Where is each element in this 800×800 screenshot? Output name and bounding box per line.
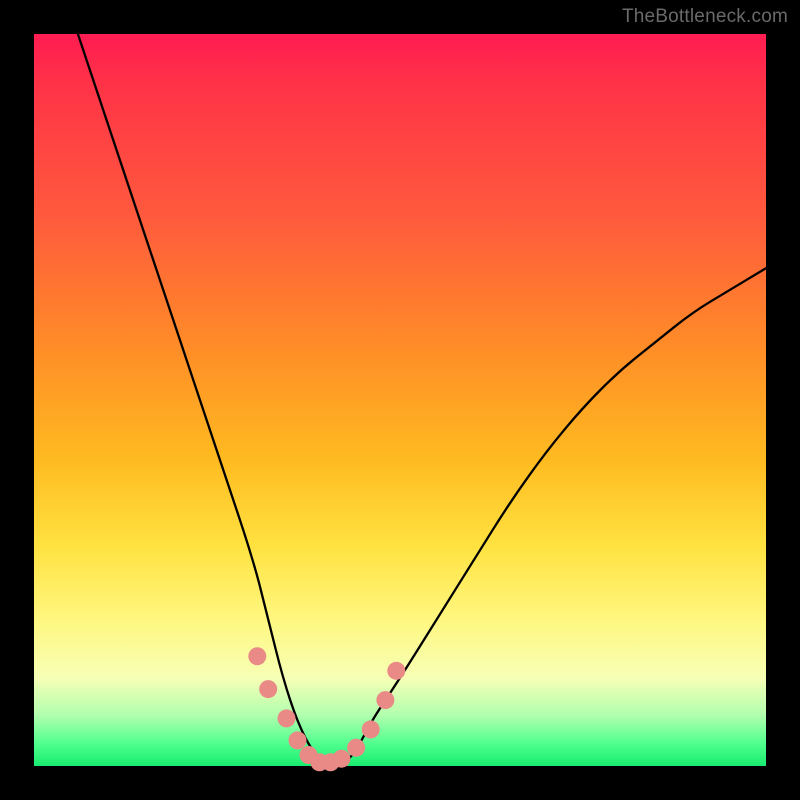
- chart-frame: TheBottleneck.com: [0, 0, 800, 800]
- highlight-dot: [248, 647, 266, 665]
- highlight-dot: [278, 709, 296, 727]
- highlight-dot: [387, 662, 405, 680]
- highlight-dot: [362, 720, 380, 738]
- highlight-dot: [332, 750, 350, 768]
- highlight-dot: [376, 691, 394, 709]
- highlight-dot: [289, 731, 307, 749]
- highlight-dot: [347, 739, 365, 757]
- highlight-dot: [259, 680, 277, 698]
- bottleneck-curve: [78, 34, 766, 766]
- watermark-text: TheBottleneck.com: [622, 6, 788, 28]
- plot-area: [34, 34, 766, 766]
- curve-layer: [34, 34, 766, 766]
